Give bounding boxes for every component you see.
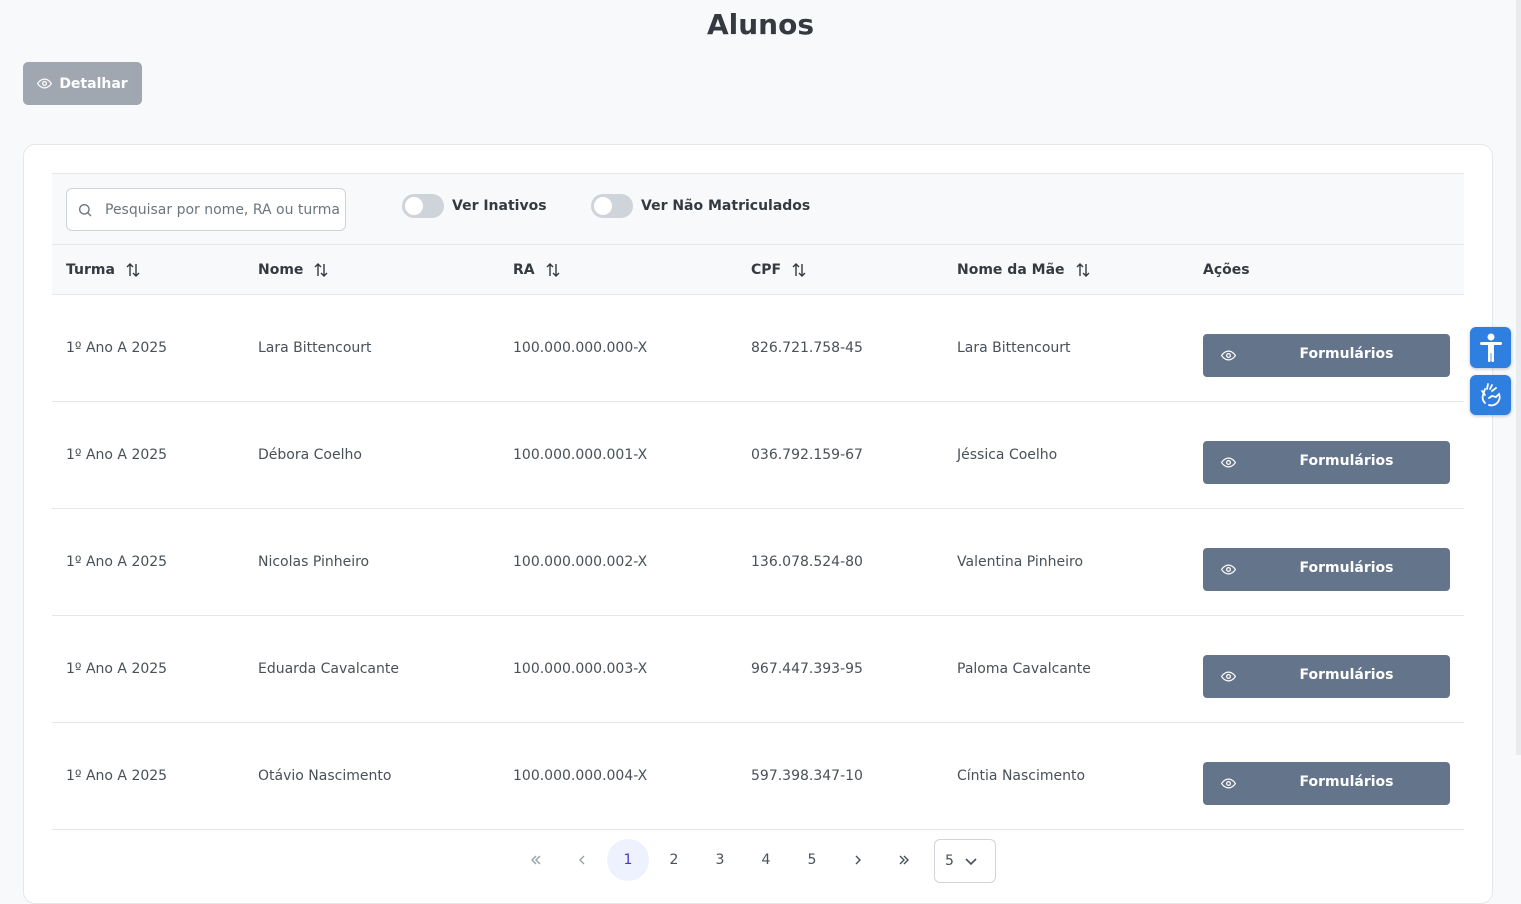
column-label: Nome da Mãe [957, 262, 1065, 278]
forms-button[interactable]: Formulários [1203, 548, 1450, 591]
detail-button-label: Detalhar [59, 75, 128, 92]
table-row: 1º Ano A 2025 Otávio Nascimento 100.000.… [52, 723, 1464, 830]
inactive-toggle-group: Ver Inativos [402, 194, 547, 218]
sign-language-button[interactable] [1470, 375, 1511, 415]
page-title: Alunos [706, 8, 815, 41]
cell-cpf: 136.078.524-80 [751, 553, 863, 570]
page-button-1[interactable]: 1 [607, 839, 649, 881]
filter-bar: Ver Inativos Ver Não Matriculados [52, 173, 1464, 245]
cell-turma: 1º Ano A 2025 [66, 767, 168, 784]
cell-nome-mae: Jéssica Coelho [957, 446, 1058, 463]
not-enrolled-toggle[interactable] [591, 194, 633, 218]
table-header: Turma Nome RA CPF Nome da Mãe Ações [52, 245, 1464, 295]
cell-nome: Otávio Nascimento [258, 767, 392, 784]
forms-button[interactable]: Formulários [1203, 334, 1450, 377]
column-header-ra[interactable]: RA [513, 245, 561, 295]
pagination: 1 2 3 4 5 5 [24, 839, 1494, 889]
eye-icon [1221, 776, 1236, 791]
cell-nome: Nicolas Pinheiro [258, 553, 370, 570]
search-input[interactable] [103, 200, 342, 219]
cell-nome: Eduarda Cavalcante [258, 660, 399, 677]
page-scrollbar[interactable] [1516, 0, 1521, 755]
sign-language-icon [1477, 381, 1505, 409]
column-label: RA [513, 262, 535, 278]
cell-nome: Débora Coelho [258, 446, 362, 463]
forms-button[interactable]: Formulários [1203, 441, 1450, 484]
inactive-toggle-label: Ver Inativos [452, 198, 547, 214]
table-row: 1º Ano A 2025 Débora Coelho 100.000.000.… [52, 402, 1464, 509]
eye-icon [1221, 348, 1236, 363]
cell-ra: 100.000.000.002-X [513, 553, 648, 570]
rows-per-page-value: 5 [945, 853, 954, 869]
forms-button-label: Formulários [1299, 667, 1394, 683]
cell-ra: 100.000.000.004-X [513, 767, 648, 784]
column-header-nome[interactable]: Nome [258, 245, 329, 295]
cell-nome: Lara Bittencourt [258, 339, 372, 356]
cell-ra: 100.000.000.000-X [513, 339, 648, 356]
cell-cpf: 597.398.347-10 [751, 767, 863, 784]
column-label: Ações [1203, 262, 1250, 278]
forms-button-label: Formulários [1299, 774, 1394, 790]
forms-button-label: Formulários [1299, 560, 1394, 576]
cell-nome-mae: Lara Bittencourt [957, 339, 1071, 356]
cell-cpf: 826.721.758-45 [751, 339, 863, 356]
rows-per-page-select[interactable]: 5 [934, 839, 996, 883]
forms-button-label: Formulários [1299, 346, 1394, 362]
forms-button-label: Formulários [1299, 453, 1394, 469]
accessibility-button[interactable] [1470, 327, 1511, 368]
cell-turma: 1º Ano A 2025 [66, 446, 168, 463]
eye-icon [1221, 455, 1236, 470]
chevron-down-icon [964, 854, 978, 868]
eye-icon [37, 76, 53, 91]
table-row: 1º Ano A 2025 Lara Bittencourt 100.000.0… [52, 295, 1464, 402]
sort-icon[interactable] [125, 262, 141, 278]
cell-cpf: 967.447.393-95 [751, 660, 863, 677]
cell-ra: 100.000.000.003-X [513, 660, 648, 677]
forms-button[interactable]: Formulários [1203, 762, 1450, 805]
cell-turma: 1º Ano A 2025 [66, 339, 168, 356]
cell-turma: 1º Ano A 2025 [66, 553, 168, 570]
search-icon [77, 202, 93, 218]
sort-icon[interactable] [313, 262, 329, 278]
inactive-toggle[interactable] [402, 194, 444, 218]
page-button-3[interactable]: 3 [699, 839, 741, 881]
table-row: 1º Ano A 2025 Nicolas Pinheiro 100.000.0… [52, 509, 1464, 616]
detail-button[interactable]: Detalhar [23, 62, 142, 105]
column-label: Nome [258, 262, 304, 278]
last-page-button[interactable] [883, 839, 925, 881]
accessibility-icon [1478, 333, 1504, 363]
cell-nome-mae: Valentina Pinheiro [957, 553, 1084, 570]
cell-nome-mae: Cíntia Nascimento [957, 767, 1086, 784]
table-row: 1º Ano A 2025 Eduarda Cavalcante 100.000… [52, 616, 1464, 723]
not-enrolled-toggle-label: Ver Não Matriculados [641, 198, 811, 214]
page-button-4[interactable]: 4 [745, 839, 787, 881]
page-button-2[interactable]: 2 [653, 839, 695, 881]
sort-icon[interactable] [1075, 262, 1091, 278]
cell-cpf: 036.792.159-67 [751, 446, 863, 463]
page-button-5[interactable]: 5 [791, 839, 833, 881]
eye-icon [1221, 669, 1236, 684]
sort-icon[interactable] [791, 262, 807, 278]
cell-turma: 1º Ano A 2025 [66, 660, 168, 677]
next-page-button[interactable] [837, 839, 879, 881]
column-header-turma[interactable]: Turma [66, 245, 141, 295]
cell-ra: 100.000.000.001-X [513, 446, 648, 463]
not-enrolled-toggle-group: Ver Não Matriculados [591, 194, 810, 218]
column-header-acoes: Ações [1203, 245, 1250, 295]
forms-button[interactable]: Formulários [1203, 655, 1450, 698]
column-label: CPF [751, 262, 782, 278]
students-card: Ver Inativos Ver Não Matriculados Turma … [23, 144, 1493, 904]
search-box[interactable] [66, 188, 346, 231]
prev-page-button[interactable] [561, 839, 603, 881]
column-label: Turma [66, 262, 115, 278]
column-header-cpf[interactable]: CPF [751, 245, 807, 295]
sort-icon[interactable] [545, 262, 561, 278]
column-header-nome-mae[interactable]: Nome da Mãe [957, 245, 1091, 295]
eye-icon [1221, 562, 1236, 577]
first-page-button[interactable] [515, 839, 557, 881]
cell-nome-mae: Paloma Cavalcante [957, 660, 1091, 677]
